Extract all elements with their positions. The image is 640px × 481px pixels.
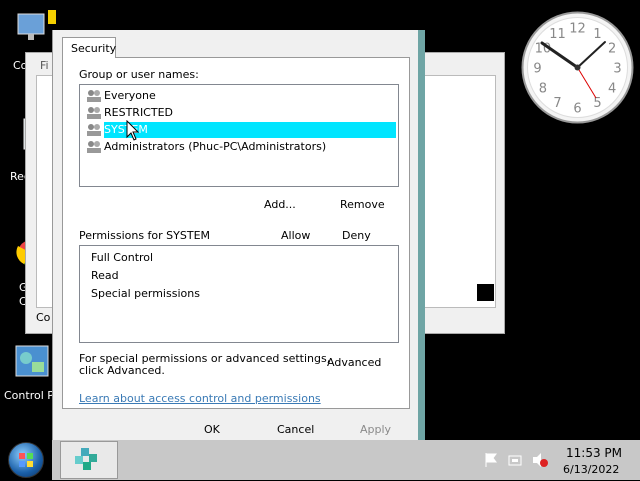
permissions-list[interactable]: Full Control Read Special permissions: [79, 245, 399, 343]
mouse-cursor-icon: [126, 120, 140, 141]
user-list-item[interactable]: Administrators (Phuc-PC\Administrators): [86, 139, 326, 155]
clock-number: 6: [573, 102, 581, 117]
cancel-button[interactable]: Cancel: [277, 423, 314, 436]
permissions-label: Permissions for SYSTEM: [79, 229, 211, 242]
permission-item: Read: [91, 269, 119, 282]
network-app-icon: [75, 448, 97, 470]
add-button[interactable]: Add...: [264, 198, 296, 211]
user-name: RESTRICTED: [104, 106, 174, 119]
remove-button[interactable]: Remove: [340, 198, 385, 211]
permission-item: Special permissions: [91, 287, 200, 300]
background-window-label: Fi: [40, 59, 49, 72]
taskbar-time[interactable]: 11:53 PM: [566, 446, 622, 460]
windows-logo-icon: [19, 453, 33, 467]
tab-security[interactable]: Security: [62, 37, 116, 58]
background-window-label: Co: [36, 311, 51, 324]
clock-number: 8: [539, 82, 547, 97]
background-window-square: [477, 284, 494, 301]
clock-number: 12: [569, 22, 586, 37]
clock-number: 11: [549, 27, 566, 42]
taskbar-app-button[interactable]: [60, 441, 118, 479]
permission-item: Full Control: [91, 251, 154, 264]
clock-number: 3: [613, 62, 621, 77]
user-name: Everyone: [104, 89, 156, 102]
user-list-item[interactable]: Everyone: [86, 88, 156, 104]
users-group-icon: [87, 107, 101, 119]
clock-number: 7: [553, 96, 561, 111]
apply-button[interactable]: Apply: [360, 423, 391, 436]
control-panel-icon: [15, 345, 49, 377]
users-group-icon: [87, 141, 101, 153]
users-group-icon: [87, 90, 101, 102]
dialog-edge: [418, 30, 425, 440]
users-group-icon: [87, 124, 101, 136]
security-tab-panel: Group or user names: Everyone RESTRICTED…: [62, 57, 410, 409]
desktop-icon-label: Control P: [4, 389, 54, 402]
group-or-user-names-label: Group or user names:: [79, 68, 199, 81]
special-permissions-text: click Advanced.: [79, 364, 165, 377]
clock-number: 2: [608, 42, 616, 57]
taskbar-date[interactable]: 6/13/2022: [563, 463, 619, 476]
ok-button[interactable]: OK: [204, 423, 220, 436]
learn-permissions-link[interactable]: Learn about access control and permissio…: [79, 392, 321, 405]
clock-number: 5: [593, 96, 601, 111]
action-center-flag-icon[interactable]: [483, 452, 499, 468]
clock-gadget[interactable]: 12 1234567891011: [520, 10, 635, 125]
allow-column-header: Allow: [281, 229, 311, 242]
tab-label: Security: [71, 42, 117, 55]
network-icon[interactable]: [507, 452, 523, 468]
clock-number: 1: [593, 27, 601, 42]
advanced-button[interactable]: Advanced: [327, 356, 381, 369]
deny-column-header: Deny: [342, 229, 371, 242]
start-button[interactable]: [8, 442, 44, 478]
clock-number: 4: [608, 82, 616, 97]
user-name: SYSTEM: [104, 122, 396, 138]
user-list-item[interactable]: RESTRICTED: [86, 105, 173, 121]
volume-muted-icon[interactable]: [531, 452, 549, 468]
clock-number: 9: [533, 62, 541, 77]
